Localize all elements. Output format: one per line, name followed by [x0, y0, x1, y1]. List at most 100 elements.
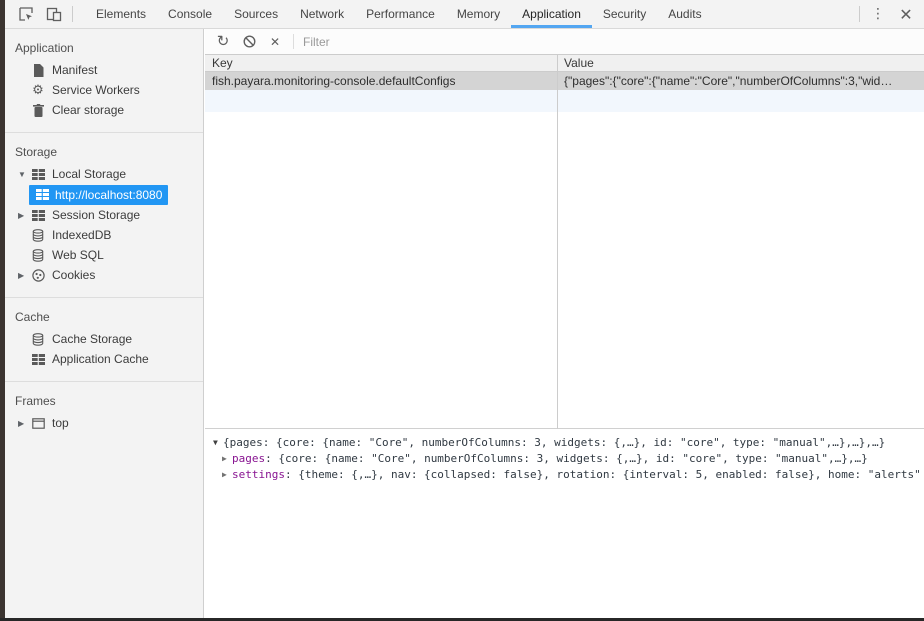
expander-open-icon[interactable]: ▼: [18, 170, 30, 179]
column-resizer[interactable]: [557, 54, 558, 429]
kebab-menu-icon: ⋮: [871, 6, 885, 22]
column-header-value[interactable]: Value: [557, 55, 924, 71]
preview-root-line[interactable]: ▼{pages: {core: {name: "Core", numberOfC…: [213, 435, 924, 451]
tab-audits[interactable]: Audits: [657, 0, 712, 28]
sidebar-item-label: http://localhost:8080: [55, 188, 162, 202]
devtools-tabbar: Elements Console Sources Network Perform…: [0, 0, 924, 29]
sidebar-item-cookies[interactable]: ▶ Cookies: [5, 265, 203, 285]
tab-security[interactable]: Security: [592, 0, 657, 28]
selected-storage-origin: http://localhost:8080: [29, 185, 168, 205]
property-name: pages: [232, 452, 265, 465]
column-header-key[interactable]: Key: [205, 55, 557, 71]
sidebar-item-indexeddb[interactable]: IndexedDB: [5, 225, 203, 245]
sidebar-item-application-cache[interactable]: Application Cache: [5, 349, 203, 369]
table-icon: [30, 208, 46, 222]
cookie-icon: [30, 268, 46, 282]
sidebar-section-cache: Cache Cache Storage: [5, 297, 203, 381]
sidebar-item-label: Application Cache: [52, 352, 149, 366]
panel-tabs: Elements Console Sources Network Perform…: [85, 0, 855, 28]
section-label-frames: Frames: [5, 388, 203, 413]
document-icon: [30, 63, 46, 77]
property-value-summary: : {core: {name: "Core", numberOfColumns:…: [265, 452, 868, 465]
sidebar-item-label: Service Workers: [52, 83, 140, 97]
tabbar-separator: [72, 6, 73, 22]
expander-closed-icon[interactable]: ▶: [18, 211, 30, 220]
sidebar-item-label: Cookies: [52, 268, 95, 282]
sidebar-item-label: Session Storage: [52, 208, 140, 222]
sidebar-item-local-storage[interactable]: ▼ Local Storage: [5, 164, 203, 184]
expander-closed-icon[interactable]: ▶: [18, 271, 30, 280]
filter-input[interactable]: [299, 33, 599, 51]
preview-object-summary: {pages: {core: {name: "Core", numberOfCo…: [223, 436, 885, 449]
sidebar-item-label: top: [52, 416, 69, 430]
database-icon: [30, 248, 46, 262]
sidebar-item-label: Local Storage: [52, 167, 126, 181]
sidebar-section-application: Application Manifest ⚙ Service Workers: [5, 29, 203, 132]
expander-closed-icon[interactable]: ▶: [222, 451, 232, 467]
sidebar-item-clear-storage[interactable]: Clear storage: [5, 100, 203, 120]
refresh-icon: ↻: [217, 34, 230, 49]
tab-performance[interactable]: Performance: [355, 0, 446, 28]
tab-console[interactable]: Console: [157, 0, 223, 28]
gear-icon: ⚙: [30, 83, 46, 97]
storage-value-cell[interactable]: {"pages":{"core":{"name":"Core","numberO…: [557, 72, 924, 90]
local-storage-panel: ↻ ✕ Key Value fish.pa: [205, 29, 924, 618]
toggle-device-toolbar-button[interactable]: [40, 0, 68, 28]
database-icon: [30, 228, 46, 242]
tabbar-right-separator: [859, 6, 860, 22]
grid-filler: [205, 112, 924, 428]
window-left-edge: [0, 0, 5, 618]
toolbar-separator: [293, 34, 294, 49]
application-sidebar: Application Manifest ⚙ Service Workers: [5, 29, 204, 618]
tab-elements[interactable]: Elements: [85, 0, 157, 28]
grid-header: Key Value: [205, 54, 924, 72]
expander-open-icon[interactable]: ▼: [213, 435, 223, 451]
devtools-close-button[interactable]: ✕: [892, 0, 920, 28]
inspect-element-button[interactable]: [12, 0, 40, 28]
ban-icon: [243, 35, 256, 48]
property-value-summary: : {theme: {,…}, nav: {collapsed: false},…: [285, 468, 921, 481]
close-icon: ✕: [899, 5, 912, 24]
inspect-cursor-icon: [18, 6, 34, 22]
sidebar-item-localhost-8080[interactable]: http://localhost:8080: [5, 184, 203, 205]
table-icon: [30, 352, 46, 366]
empty-new-entry-row[interactable]: [205, 90, 924, 112]
sidebar-section-frames: Frames ▶ top: [5, 381, 203, 445]
table-icon: [34, 188, 50, 202]
storage-toolbar: ↻ ✕: [205, 29, 924, 54]
tab-application[interactable]: Application: [511, 0, 592, 28]
expander-closed-icon[interactable]: ▶: [222, 467, 232, 483]
devtools-menu-button[interactable]: ⋮: [864, 0, 892, 28]
value-preview-pane: ▼{pages: {core: {name: "Core", numberOfC…: [205, 428, 924, 618]
tabbar-right-controls: ⋮ ✕: [855, 0, 920, 28]
section-label-storage: Storage: [5, 139, 203, 164]
storage-items-grid: Key Value fish.payara.monitoring-console…: [205, 54, 924, 428]
sidebar-item-service-workers[interactable]: ⚙ Service Workers: [5, 80, 203, 100]
tab-sources[interactable]: Sources: [223, 0, 289, 28]
delete-selected-button[interactable]: ✕: [262, 29, 288, 54]
sidebar-item-top-frame[interactable]: ▶ top: [5, 413, 203, 433]
sidebar-item-label: IndexedDB: [52, 228, 111, 242]
clear-all-button[interactable]: [236, 29, 262, 54]
sidebar-item-manifest[interactable]: Manifest: [5, 60, 203, 80]
section-label-application: Application: [5, 35, 203, 60]
preview-pages-line[interactable]: ▶pages: {core: {name: "Core", numberOfCo…: [213, 451, 924, 467]
storage-key-cell[interactable]: fish.payara.monitoring-console.defaultCo…: [205, 72, 557, 90]
database-icon: [30, 332, 46, 346]
section-label-cache: Cache: [5, 304, 203, 329]
sidebar-item-web-sql[interactable]: Web SQL: [5, 245, 203, 265]
tab-network[interactable]: Network: [289, 0, 355, 28]
sidebar-item-label: Cache Storage: [52, 332, 132, 346]
preview-settings-line[interactable]: ▶settings: {theme: {,…}, nav: {collapsed…: [213, 467, 924, 483]
expander-closed-icon[interactable]: ▶: [18, 419, 30, 428]
refresh-button[interactable]: ↻: [210, 29, 236, 54]
sidebar-item-session-storage[interactable]: ▶ Session Storage: [5, 205, 203, 225]
frame-icon: [30, 416, 46, 430]
x-icon: ✕: [270, 35, 280, 49]
device-toolbar-icon: [46, 7, 62, 22]
sidebar-item-cache-storage[interactable]: Cache Storage: [5, 329, 203, 349]
sidebar-section-storage: Storage ▼ Local Storage: [5, 132, 203, 297]
tab-memory[interactable]: Memory: [446, 0, 511, 28]
storage-row-defaultconfigs[interactable]: fish.payara.monitoring-console.defaultCo…: [205, 72, 924, 90]
table-icon: [30, 167, 46, 181]
